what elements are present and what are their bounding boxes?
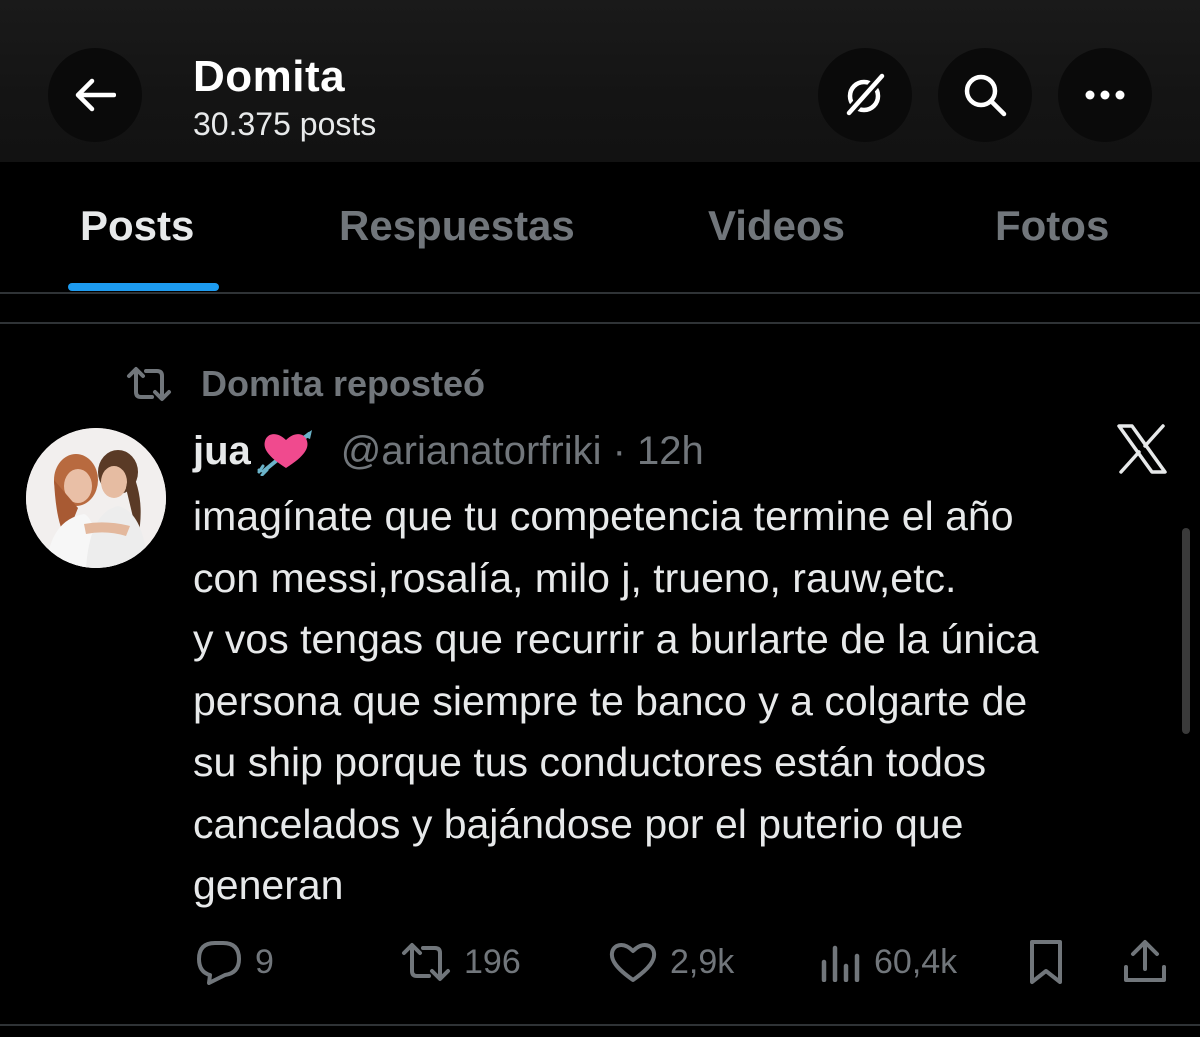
post-text-line: cancelados y bajándose por el puterio qu… <box>193 800 964 847</box>
more-icon <box>1085 90 1125 100</box>
author-display-name[interactable]: jua <box>193 429 251 474</box>
active-tab-indicator <box>68 283 219 291</box>
heart-arrow-emoji <box>257 426 315 476</box>
reply-icon <box>197 941 241 985</box>
tab-replies[interactable]: Respuestas <box>339 202 575 250</box>
post-text-line: generan <box>193 862 344 908</box>
views-button[interactable]: 60,4k <box>818 934 957 990</box>
repost-icon <box>127 367 171 401</box>
like-count: 2,9k <box>670 942 735 981</box>
post-text-line: con messi,rosalía, milo j, trueno, rauw,… <box>193 554 957 601</box>
post-text-line: y vos tengas que recurrir a burlarte de … <box>193 616 1039 662</box>
tab-videos[interactable]: Videos <box>708 202 845 250</box>
profile-tabs: Posts Respuestas Videos Fotos <box>0 162 1200 293</box>
like-button[interactable]: 2,9k <box>608 934 734 990</box>
repost-label: Domita reposteó <box>201 363 486 404</box>
profile-header: Domita 30.375 posts <box>0 0 1200 162</box>
views-count: 60,4k <box>874 942 958 981</box>
reply-button[interactable]: 9 <box>195 934 274 990</box>
share-button[interactable] <box>1122 934 1168 990</box>
post-text: imagínate que tu competencia termine el … <box>193 486 1183 917</box>
post-bottom-divider <box>0 1024 1200 1026</box>
grok-icon <box>845 73 885 117</box>
search-icon <box>964 74 1007 117</box>
bookmark-button[interactable] <box>1026 934 1066 990</box>
views-icon <box>821 945 860 982</box>
post-top-divider <box>0 322 1200 324</box>
repost-count: 196 <box>464 942 521 981</box>
scrollbar[interactable] <box>1182 528 1190 734</box>
arrow-left-icon <box>75 78 116 112</box>
back-button[interactable] <box>48 48 142 142</box>
search-button[interactable] <box>938 48 1032 142</box>
bookmark-icon <box>1030 940 1062 984</box>
tab-photos[interactable]: Fotos <box>995 202 1109 250</box>
share-icon <box>1124 940 1166 982</box>
post-count: 30.375 posts <box>193 106 377 142</box>
post-text-line: persona que siempre te banco y a colgart… <box>193 677 1028 724</box>
tabs-divider <box>0 292 1200 294</box>
reply-count: 9 <box>255 942 274 981</box>
repost-icon <box>402 943 450 981</box>
post-text-line: su ship porque tus conductores están tod… <box>193 739 987 785</box>
avatar[interactable] <box>26 428 166 568</box>
more-button[interactable] <box>1058 48 1152 142</box>
author-handle-time[interactable]: @arianatorfriki · 12h <box>341 429 704 474</box>
repost-button[interactable]: 196 <box>400 934 521 990</box>
x-logo-icon <box>1116 424 1168 479</box>
tab-posts[interactable]: Posts <box>80 202 194 250</box>
repost-indicator: Domita reposteó <box>125 362 485 406</box>
post-text-line: imagínate que tu competencia termine el … <box>193 493 1014 539</box>
post-author-line: jua @arianatorfriki · 12h <box>193 424 704 478</box>
heart-icon <box>609 943 657 982</box>
grok-button[interactable] <box>818 48 912 142</box>
profile-name: Domita <box>193 52 346 101</box>
